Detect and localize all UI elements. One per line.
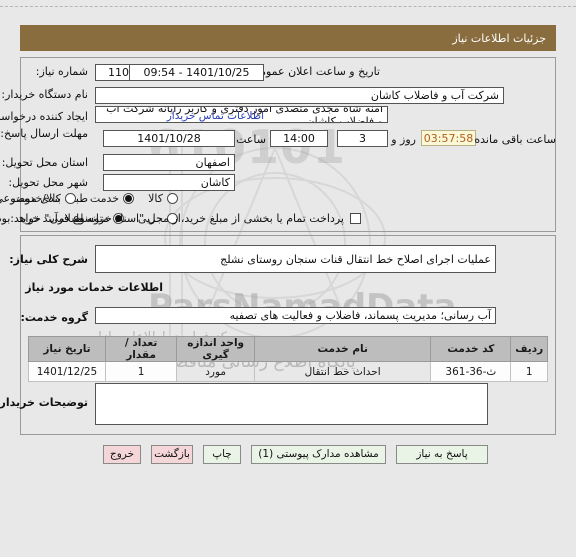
- remaining-suffix-label: ساعت باقی مانده: [474, 133, 556, 146]
- classification-option-2-label: کالا/خدمت: [13, 192, 61, 205]
- page-root: 610101 ParsNamadData مرکز فراوری اطلاعات…: [0, 0, 576, 557]
- classification-option-kala-khedmat[interactable]: کالا/خدمت: [13, 192, 76, 205]
- view-attachments-button[interactable]: مشاهده مدارک پیوستی (1): [251, 444, 386, 464]
- announce-date-value: 1401/10/25 - 09:54: [129, 64, 264, 81]
- buyer-org-label: نام دستگاه خریدار:: [1, 88, 88, 101]
- treasury-docs-option[interactable]: پرداخت تمام یا بخشی از مبلغ خرید،از محل …: [0, 212, 361, 225]
- radio-kala-icon[interactable]: [167, 193, 178, 204]
- print-button[interactable]: چاپ: [203, 444, 241, 464]
- summary-value: عملیات اجرای اصلاح خط انتقال قنات سنجان …: [95, 245, 496, 273]
- buyer-notes-value[interactable]: [95, 383, 488, 425]
- services-table: ردیف کد خدمت نام خدمت واحد اندازه گیری ت…: [28, 336, 548, 382]
- radio-khedmat-icon[interactable]: [123, 193, 135, 204]
- city-label: شهر محل تحویل:: [8, 176, 88, 189]
- service-group-value: آب رسانی؛ مدیریت پسماند، فاضلاب و فعالیت…: [95, 307, 496, 324]
- radio-kala-khedmat-icon[interactable]: [64, 193, 76, 204]
- remaining-days-label: روز و: [391, 133, 416, 146]
- summary-label: شرح کلی نیاز:: [9, 253, 88, 266]
- cell-quantity: 1: [104, 361, 178, 382]
- cell-code: ث-36-361: [430, 361, 512, 382]
- treasury-docs-label: پرداخت تمام یا بخشی از مبلغ خرید،از محل …: [0, 212, 344, 225]
- province-value: اصفهان: [103, 154, 235, 171]
- services-heading: اطلاعات خدمات مورد نیاز: [25, 281, 163, 294]
- top-divider: [0, 6, 576, 7]
- exit-button[interactable]: خروج: [103, 444, 141, 464]
- classification-option-1-label: خدمت: [89, 192, 120, 205]
- classification-option-kala[interactable]: کالا: [148, 192, 178, 205]
- action-button-bar: پاسخ به نیاز مشاهده مدارک پیوستی (1) چاپ…: [20, 443, 556, 465]
- cell-name: احداث خط انتقال: [254, 361, 432, 382]
- city-value: کاشان: [103, 174, 235, 191]
- deadline-label: مهلت ارسال پاسخ: تا تاریخ:: [0, 127, 88, 140]
- page-title: جزئیات اطلاعات نیاز: [452, 31, 546, 45]
- table-row[interactable]: 1 ث-36-361 احداث خط انتقال مورد 1 1401/1…: [28, 361, 548, 382]
- deadline-hour-label: ساعت: [236, 133, 266, 146]
- col-name: نام خدمت: [254, 336, 432, 362]
- classification-option-0-label: کالا: [148, 192, 163, 205]
- page-title-bar: جزئیات اطلاعات نیاز: [20, 25, 556, 51]
- countdown-timer: 03:57:58: [421, 130, 476, 146]
- buyer-notes-label: توضیحات خریدار:: [0, 396, 88, 409]
- cell-index: 1: [510, 361, 548, 382]
- creator-label: ایجاد کننده درخواست:: [0, 110, 88, 123]
- col-code: کد خدمت: [430, 336, 512, 362]
- col-unit: واحد اندازه گیری: [176, 336, 256, 362]
- buyer-contact-link[interactable]: اطلاعات تماس خریدار: [167, 110, 264, 122]
- treasury-docs-checkbox-icon[interactable]: [350, 213, 361, 224]
- cell-date: 1401/12/25: [28, 361, 106, 382]
- classification-options: کالا خدمت کالا/خدمت: [0, 192, 178, 205]
- deadline-hour-value: 14:00: [270, 130, 328, 147]
- need-number-label: شماره نیاز:: [35, 65, 88, 78]
- buyer-org-value: شرکت آب و فاضلاب کاشان: [95, 87, 504, 104]
- service-group-label: گروه خدمت:: [20, 311, 88, 324]
- announce-date-label: تاریخ و ساعت اعلان عمومی:: [247, 65, 380, 78]
- remaining-days-value: 3: [337, 130, 388, 147]
- col-quantity: تعداد / مقدار: [104, 336, 178, 362]
- deadline-date-value: 1401/10/28: [103, 130, 235, 147]
- col-date: تاریخ نیاز: [28, 336, 106, 362]
- back-button[interactable]: بازگشت: [151, 444, 193, 464]
- respond-to-need-button[interactable]: پاسخ به نیاز: [396, 444, 488, 464]
- col-index: ردیف: [510, 336, 548, 362]
- classification-option-khedmat[interactable]: خدمت: [89, 192, 135, 205]
- province-label: استان محل تحویل:: [1, 156, 88, 169]
- cell-unit: مورد: [176, 361, 256, 382]
- table-header-row: ردیف کد خدمت نام خدمت واحد اندازه گیری ت…: [28, 336, 548, 362]
